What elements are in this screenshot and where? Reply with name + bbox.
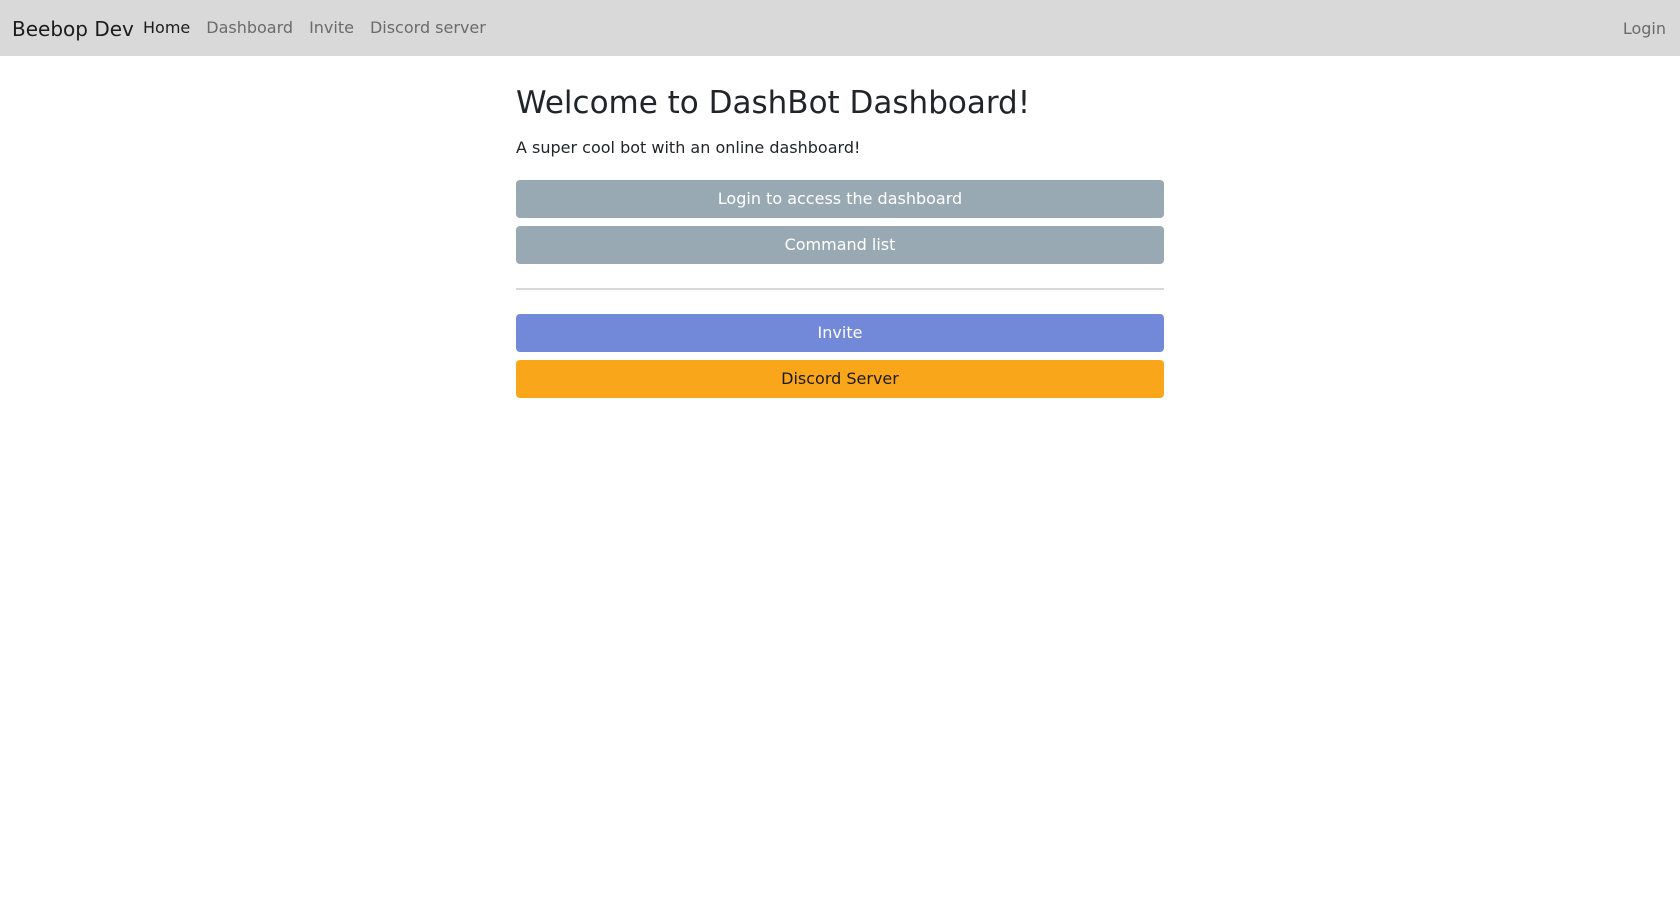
brand-link[interactable]: Beebop Dev [12, 0, 134, 56]
nav-link-discord-server[interactable]: Discord server [362, 0, 494, 57]
navbar: Beebop Dev Home Dashboard Invite Discord… [0, 0, 1680, 56]
page-title: Welcome to DashBot Dashboard! [516, 85, 1031, 121]
invite-button[interactable]: Invite [516, 314, 1164, 352]
nav-link-dashboard[interactable]: Dashboard [198, 0, 301, 57]
nav-links: Home Dashboard Invite Discord server [135, 0, 494, 56]
nav-link-home[interactable]: Home [135, 0, 198, 57]
login-dashboard-button[interactable]: Login to access the dashboard [516, 180, 1164, 218]
page-subtitle: A super cool bot with an online dashboar… [516, 138, 861, 157]
nav-login-link[interactable]: Login [1623, 0, 1666, 56]
main-content: Welcome to DashBot Dashboard! A super co… [516, 78, 1164, 398]
command-list-button[interactable]: Command list [516, 226, 1164, 264]
nav-link-invite[interactable]: Invite [301, 0, 362, 57]
divider [516, 288, 1164, 290]
discord-server-button[interactable]: Discord Server [516, 360, 1164, 398]
